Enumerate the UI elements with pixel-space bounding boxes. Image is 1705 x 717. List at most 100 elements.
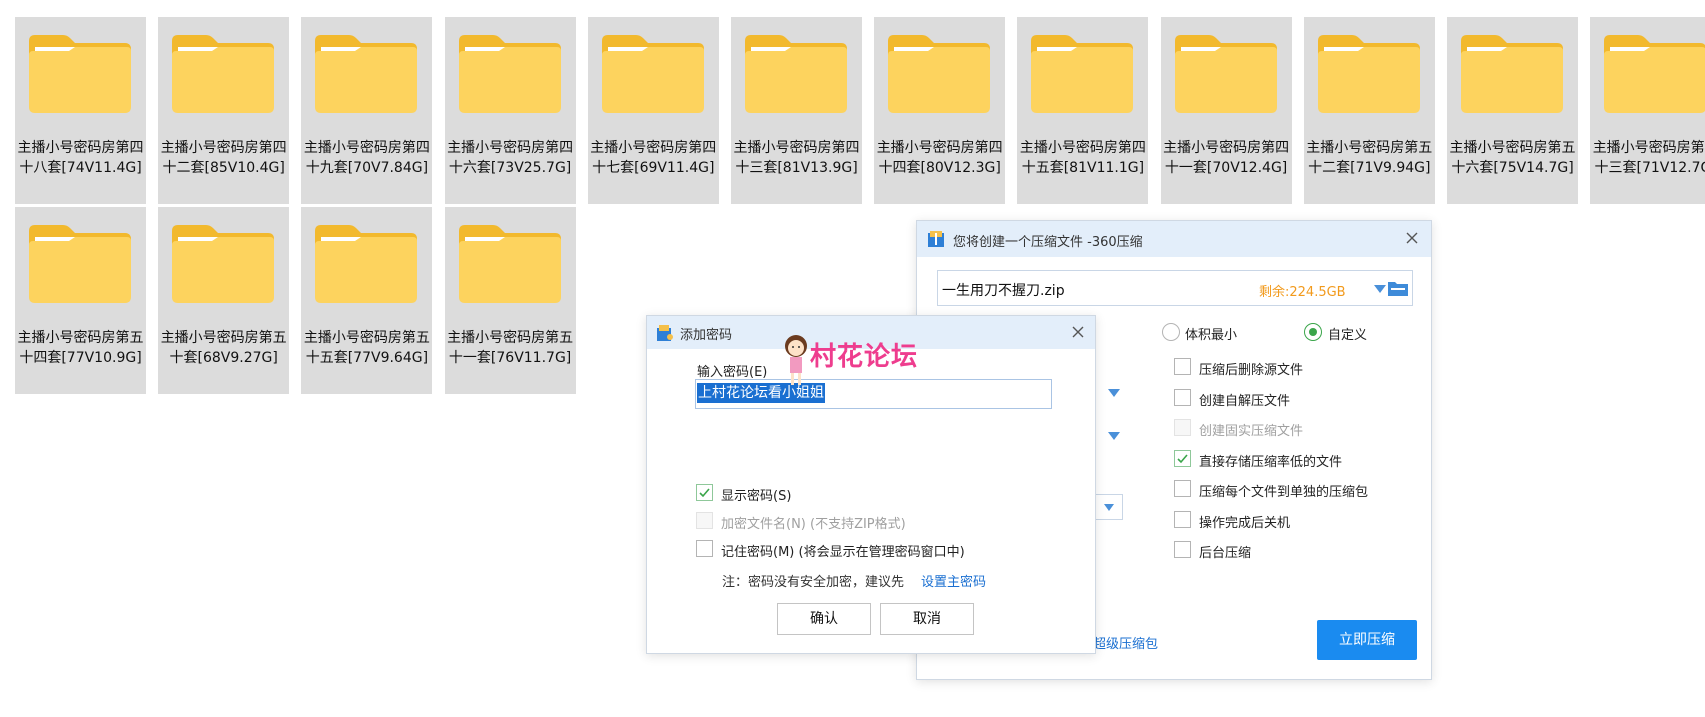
compress-option-checkbox[interactable] [1174, 480, 1191, 497]
compress-option-checkbox[interactable] [1174, 510, 1191, 528]
archive-name: 一生用刀不握刀.zip [942, 283, 1065, 299]
folder-item[interactable]: 主播小号密码房第四十九套[70V7.84G] [301, 17, 433, 204]
folder-item[interactable]: 主播小号密码房第四十四套[80V12.3G] [874, 17, 1006, 204]
folder-name: 主播小号密码房第五十三套[71V12.7G] [1592, 140, 1705, 176]
folder-name: 主播小号密码房第四十一套[70V12.4G] [1163, 140, 1290, 176]
folder-browse-icon[interactable] [1387, 279, 1409, 297]
free-space-label: 剩余:224.5GB [1259, 285, 1346, 300]
folder-name: 主播小号密码房第四十二套[85V10.4G] [160, 140, 287, 176]
folder-name: 主播小号密码房第四十五套[81V11.1G] [1019, 140, 1146, 176]
folder-icon [315, 225, 418, 303]
folder-item[interactable]: 主播小号密码房第四十一套[70V12.4G] [1160, 17, 1292, 204]
folder-item[interactable]: 主播小号密码房第四十三套[81V13.9G] [731, 17, 862, 204]
close-icon[interactable] [1069, 323, 1087, 341]
password-note: 注：密码没有安全加密，建议先 [722, 575, 905, 590]
folder-name: 主播小号密码房第四十九套[70V7.84G] [303, 140, 430, 176]
folder-icon [1461, 35, 1563, 113]
folder-item[interactable]: 主播小号密码房第五十二套[71V9.94G] [1303, 17, 1435, 204]
folder-name: 主播小号密码房第五十六套[75V14.7G] [1449, 140, 1576, 176]
checkmark-icon [1177, 453, 1188, 463]
mode-radio-smallest[interactable] [1162, 323, 1180, 341]
compress-option-checkbox[interactable] [1174, 449, 1191, 467]
close-icon[interactable] [1403, 229, 1421, 247]
folder-name: 主播小号密码房第五十五套[77V9.64G] [303, 330, 430, 366]
folder-item[interactable]: 主播小号密码房第四十五套[81V11.1G] [1017, 17, 1149, 204]
folder-name: 主播小号密码房第四十四套[80V12.3G] [876, 140, 1003, 176]
folder-item[interactable]: 主播小号密码房第五十一套[76V11.7G] [444, 207, 576, 394]
folder-icon [745, 35, 847, 113]
folder-name: 主播小号密码房第四十七套[69V11.4G] [590, 140, 717, 176]
show-password-label: 显示密码(S) [721, 489, 792, 504]
super-archive-link[interactable]: 超级压缩包 [1093, 633, 1158, 652]
confirm-button[interactable]: 确认 [777, 603, 871, 635]
folder-item[interactable]: 主播小号密码房第四十六套[73V25.7G] [444, 17, 576, 204]
show-password-checkbox[interactable] [696, 484, 713, 501]
triangle-down-icon[interactable] [1108, 389, 1120, 397]
compress-option-label: 操作完成后关机 [1199, 515, 1291, 531]
compress-option-label: 压缩每个文件到单独的压缩包 [1199, 485, 1369, 500]
mode-label-smallest: 体积最小 [1185, 328, 1238, 343]
folder-icon [29, 35, 131, 113]
folder-item[interactable]: 主播小号密码房第五十三套[71V12.7G] [1590, 17, 1705, 204]
compress-title: 您将创建一个压缩文件 -360压缩 [953, 235, 1143, 250]
folder-item[interactable]: 主播小号密码房第五十五套[77V9.64G] [301, 207, 433, 394]
folder-name: 主播小号密码房第五十一套[76V11.7G] [447, 330, 574, 366]
triangle-down-icon[interactable] [1108, 432, 1120, 440]
mode-label-custom: 自定义 [1328, 328, 1368, 343]
folder-icon [172, 225, 275, 303]
archive-icon [928, 231, 944, 247]
folder-name: 主播小号密码房第五十四套[77V10.9G] [17, 330, 144, 366]
watermark-text: 村花论坛 [810, 342, 919, 372]
folder-icon [601, 35, 704, 113]
folder-icon [888, 35, 991, 113]
compress-option-checkbox[interactable] [1174, 358, 1191, 375]
folder-item[interactable]: 主播小号密码房第四十七套[69V11.4G] [587, 17, 719, 204]
folder-icon [29, 225, 131, 303]
watermark: 村花论坛 [780, 332, 940, 390]
folder-icon [1604, 35, 1705, 113]
folder-icon [172, 35, 275, 113]
mode-radio-custom[interactable] [1304, 323, 1322, 341]
folder-name: 主播小号密码房第五十二套[71V9.94G] [1306, 140, 1433, 176]
cancel-button[interactable]: 取消 [880, 603, 974, 635]
folder-icon [1031, 35, 1134, 113]
remember-password-label: 记住密码(M) (将会显示在管理密码窗口中) [721, 545, 965, 560]
password-input-label: 输入密码(E) [697, 365, 768, 380]
compress-option-label: 创建自解压文件 [1199, 393, 1291, 409]
set-master-password-link[interactable]: 设置主密码 [921, 571, 986, 590]
compress-option-label: 压缩后删除源文件 [1199, 363, 1304, 378]
compress-option-label: 后台压缩 [1199, 546, 1252, 561]
triangle-down-icon[interactable] [1373, 284, 1387, 294]
compress-option-checkbox[interactable] [1174, 388, 1191, 406]
folder-item[interactable]: 主播小号密码房第五十六套[75V14.7G] [1447, 17, 1578, 204]
password-title: 添加密码 [680, 328, 733, 343]
folder-name: 主播小号密码房第四十八套[74V11.4G] [17, 140, 144, 176]
folder-icon [458, 35, 561, 113]
folder-icon [1317, 35, 1420, 113]
checkmark-icon [699, 488, 710, 498]
folder-name: 主播小号密码房第五十套[68V9.27G] [160, 330, 287, 366]
compress-option-label: 创建固实压缩文件 [1199, 424, 1304, 439]
folder-name: 主播小号密码房第四十六套[73V25.7G] [447, 140, 574, 176]
remember-password-checkbox[interactable] [696, 540, 713, 557]
compress-now-button[interactable]: 立即压缩 [1317, 620, 1417, 660]
folder-item[interactable]: 主播小号密码房第四十八套[74V11.4G] [15, 17, 146, 204]
encrypt-names-checkbox[interactable] [696, 512, 713, 529]
compress-titlebar: 您将创建一个压缩文件 -360压缩 [917, 221, 1431, 257]
folder-icon [458, 225, 561, 303]
encrypt-names-label: 加密文件名(N) (不支持ZIP格式) [721, 517, 906, 532]
archive-path-field[interactable]: 一生用刀不握刀.zip 剩余:224.5GB [937, 270, 1413, 306]
folder-name: 主播小号密码房第四十三套[81V13.9G] [733, 140, 860, 176]
cartoon-girl-icon [785, 335, 807, 385]
folder-item[interactable]: 主播小号密码房第五十四套[77V10.9G] [15, 207, 146, 394]
format-select[interactable] [1093, 494, 1123, 520]
folder-item[interactable]: 主播小号密码房第四十二套[85V10.4G] [158, 17, 290, 204]
folder-item[interactable]: 主播小号密码房第五十套[68V9.27G] [158, 207, 290, 394]
compress-option-checkbox[interactable] [1174, 541, 1191, 558]
compress-option-checkbox[interactable] [1174, 419, 1191, 436]
compress-option-label: 直接存储压缩率低的文件 [1199, 454, 1343, 470]
triangle-down-icon [1104, 504, 1114, 511]
folder-icon [315, 35, 418, 113]
folder-icon [1174, 35, 1277, 113]
key-archive-icon [657, 325, 673, 341]
